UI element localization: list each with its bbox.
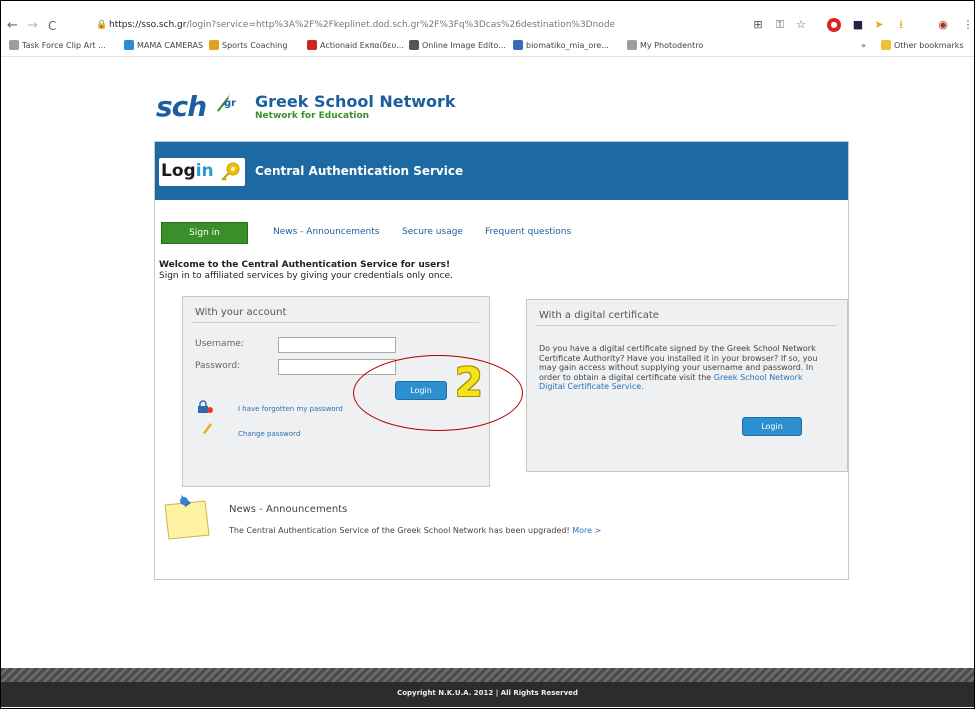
forward-arrow-icon[interactable]: → bbox=[27, 18, 38, 34]
bookmark-item[interactable]: Sports Coaching bbox=[209, 40, 287, 52]
login-badge: Login bbox=[159, 158, 245, 186]
welcome-heading: Welcome to the Central Authentication Se… bbox=[159, 260, 451, 270]
annotation-circle bbox=[353, 355, 523, 431]
pencil-icon bbox=[203, 423, 212, 434]
site-title: Greek School Network bbox=[255, 92, 456, 111]
news-more-link[interactable]: More > bbox=[572, 526, 601, 535]
address-bar[interactable]: https://sso.sch.gr/login?service=http%3A… bbox=[109, 20, 615, 30]
news-body: The Central Authentication Service of th… bbox=[229, 526, 570, 535]
lock-icon: 🔒 bbox=[96, 20, 108, 30]
bookmark-item[interactable]: biomatiko_mia_ore... bbox=[513, 40, 609, 52]
divider bbox=[191, 322, 479, 323]
url-path: /login?service=http%3A%2F%2Fkeplinet.dod… bbox=[186, 20, 616, 30]
bookmark-label: Task Force Clip Art ... bbox=[22, 41, 106, 50]
other-bookmarks-label: Other bookmarks bbox=[894, 41, 964, 50]
bookmark-label: Sports Coaching bbox=[222, 41, 288, 50]
password-label: Password: bbox=[195, 361, 241, 371]
bookmark-item[interactable]: Task Force Clip Art ... bbox=[9, 40, 106, 52]
bookmark-label: My Photodentro bbox=[640, 41, 704, 50]
bookmark-icon bbox=[307, 40, 317, 50]
bookmark-label: biomatiko_mia_ore... bbox=[526, 41, 609, 50]
certificate-login-button[interactable]: Login bbox=[742, 417, 802, 436]
header-title: Central Authentication Service bbox=[255, 164, 464, 178]
download-icon[interactable]: ⭳ bbox=[894, 18, 908, 32]
extension-icon[interactable]: ■ bbox=[851, 18, 865, 32]
key-icon[interactable]: ⚿ bbox=[773, 18, 787, 32]
stop-extension-icon[interactable]: ● bbox=[827, 18, 841, 32]
badge-in: in bbox=[195, 161, 214, 181]
back-arrow-icon[interactable]: ← bbox=[7, 18, 18, 34]
logo-gr: gr bbox=[224, 98, 237, 109]
bookmark-icon bbox=[627, 40, 637, 50]
bookmark-icon bbox=[9, 40, 19, 50]
profile-avatar-icon[interactable]: ◉ bbox=[936, 18, 950, 32]
sticky-note-icon bbox=[164, 495, 210, 540]
bookmark-label: Actionaid Εκπαίδευ... bbox=[320, 41, 404, 50]
certificate-box: With a digital certificate Do you have a… bbox=[526, 299, 848, 472]
bookmark-icon bbox=[409, 40, 419, 50]
news-title: News - Announcements bbox=[229, 504, 348, 515]
copyright-text: Copyright N.K.U.A. 2012 | All Rights Res… bbox=[397, 689, 578, 697]
bookmarks-overflow[interactable]: » bbox=[861, 40, 866, 52]
tab-signin[interactable]: Sign in bbox=[161, 222, 248, 244]
key-icon bbox=[221, 162, 240, 181]
url-host: https://sso.sch.gr bbox=[109, 20, 187, 30]
tab-secure-usage[interactable]: Secure usage bbox=[402, 227, 463, 237]
change-password-link[interactable]: Change password bbox=[238, 430, 300, 438]
bookmark-icon bbox=[124, 40, 134, 50]
browser-toolbar: ← → C 🔒 https://sso.sch.gr/login?service… bbox=[1, 16, 974, 38]
account-box-title: With your account bbox=[195, 307, 287, 318]
bookmark-label: Online Image Edito... bbox=[422, 41, 506, 50]
certificate-description: Do you have a digital certificate signed… bbox=[539, 344, 821, 392]
menu-icon[interactable]: ⋮ bbox=[961, 18, 975, 32]
tab-news[interactable]: News - Announcements bbox=[273, 227, 379, 237]
forgot-password-link[interactable]: I have forgotten my password bbox=[238, 405, 343, 413]
username-label: Username: bbox=[195, 339, 244, 349]
certificate-box-title: With a digital certificate bbox=[539, 310, 659, 321]
bookmark-item[interactable]: My Photodentro bbox=[627, 40, 703, 52]
footer: Copyright N.K.U.A. 2012 | All Rights Res… bbox=[1, 682, 974, 707]
header-bar: Login Central Authentication Service bbox=[155, 142, 848, 200]
star-icon[interactable]: ☆ bbox=[794, 18, 808, 32]
welcome-subtext: Sign in to affiliated services by giving… bbox=[159, 271, 453, 281]
other-bookmarks[interactable]: Other bookmarks bbox=[881, 40, 964, 52]
bookmark-item[interactable]: Actionaid Εκπαίδευ... bbox=[307, 40, 404, 52]
reload-icon[interactable]: C bbox=[48, 18, 56, 34]
site-subtitle: Network for Education bbox=[255, 111, 370, 121]
login-card: Login Central Authentication Service Sig… bbox=[154, 141, 849, 580]
footer-stripe bbox=[1, 668, 974, 682]
badge-log: Log bbox=[161, 161, 196, 181]
bookmark-icon bbox=[209, 40, 219, 50]
folder-icon bbox=[881, 40, 891, 50]
news-text: The Central Authentication Service of th… bbox=[229, 526, 601, 535]
annotation-step-number: 2 bbox=[455, 360, 483, 406]
bookmarks-bar: Task Force Clip Art ... MAMA CAMERAS Sport… bbox=[1, 38, 974, 57]
username-input[interactable] bbox=[278, 337, 396, 353]
logo-sch: sch bbox=[156, 90, 207, 123]
translate-icon[interactable]: ⊞ bbox=[751, 18, 765, 32]
divider bbox=[535, 325, 837, 326]
lock-user-icon bbox=[198, 400, 213, 413]
bookmark-icon bbox=[513, 40, 523, 50]
bookmark-item[interactable]: Online Image Edito... bbox=[409, 40, 506, 52]
bookmark-label: MAMA CAMERAS bbox=[137, 41, 204, 50]
bookmark-extension-icon[interactable]: ➤ bbox=[872, 18, 886, 32]
bookmark-item[interactable]: MAMA CAMERAS bbox=[124, 40, 203, 52]
tab-frequent-questions[interactable]: Frequent questions bbox=[485, 227, 571, 237]
welcome-text: Welcome to the Central Authentication Se… bbox=[159, 260, 453, 282]
